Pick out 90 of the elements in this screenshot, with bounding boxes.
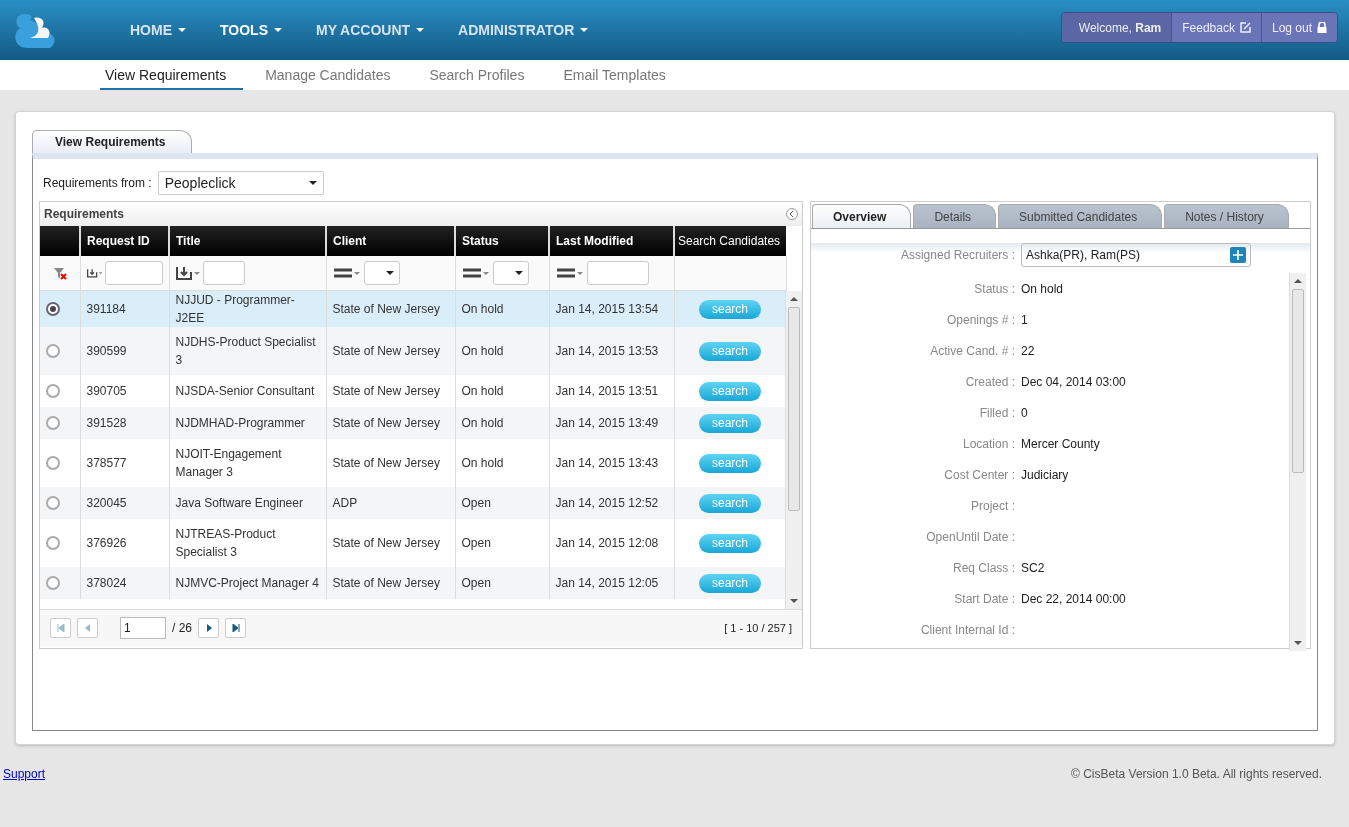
- subnav-tab[interactable]: Email Templates: [558, 60, 683, 90]
- field-value: Judiciary: [1021, 467, 1069, 482]
- table-cell: NJDMHAD-Programmer: [175, 416, 305, 430]
- table-cell: State of New Jersey: [332, 302, 440, 316]
- table-cell: Jan 14, 2015 12:52: [555, 496, 659, 510]
- field-label: Project :: [970, 498, 1016, 513]
- field-value: On hold: [1021, 281, 1064, 296]
- table-cell: 391528: [86, 416, 127, 430]
- details-tab[interactable]: Submitted Candidates: [998, 204, 1163, 228]
- table-cell: NJSDA-Senior Consultant: [175, 384, 315, 398]
- column-header[interactable]: Status: [462, 234, 499, 248]
- details-tab[interactable]: Details: [913, 204, 997, 228]
- grid-title: Requirements: [44, 207, 125, 221]
- table-cell: State of New Jersey: [332, 416, 440, 430]
- details-tab[interactable]: Notes / History: [1164, 204, 1289, 228]
- field-value: 1: [1021, 312, 1028, 327]
- table-cell: State of New Jersey: [332, 456, 440, 470]
- source-dropdown[interactable]: Peopleclick: [157, 171, 324, 195]
- field-label: OpenUntil Date :: [925, 529, 1016, 544]
- field-value: 22: [1021, 343, 1035, 358]
- field-value: Dec 04, 2014 03:00: [1021, 374, 1126, 389]
- nav-menu[interactable]: MY ACCOUNT: [298, 0, 442, 60]
- table-cell: State of New Jersey: [332, 536, 440, 550]
- table-cell: 390705: [86, 384, 127, 398]
- welcome-text: Welcome, Ram: [1078, 20, 1162, 35]
- table-cell: 378024: [86, 576, 127, 590]
- table-cell: State of New Jersey: [332, 344, 440, 358]
- nav-menu[interactable]: ADMINISTRATOR: [441, 0, 606, 60]
- support-link[interactable]: Support: [3, 767, 46, 781]
- recruiters-field[interactable]: Ashka(PR), Ram(PS): [1021, 243, 1251, 267]
- table-cell: Open: [461, 536, 491, 550]
- field-value: Mercer County: [1021, 436, 1100, 451]
- feedback-button[interactable]: Feedback: [1171, 13, 1261, 42]
- table-cell: On hold: [461, 416, 504, 430]
- table-cell: NJMVC-Project Manager 4: [175, 576, 319, 590]
- page-field[interactable]: 1: [120, 617, 166, 639]
- field-label: Openings # :: [945, 312, 1016, 327]
- table-cell: ADP: [332, 496, 358, 510]
- subnav-tab[interactable]: Manage Candidates: [260, 60, 408, 90]
- table-cell: Jan 14, 2015 13:51: [555, 384, 659, 398]
- table-cell: On hold: [461, 302, 504, 316]
- table-cell: On hold: [461, 344, 504, 358]
- subnav-tab[interactable]: View Requirements: [100, 60, 244, 90]
- table-cell: State of New Jersey: [332, 576, 440, 590]
- source-label: Requirements from :: [43, 176, 152, 190]
- table-cell: Java Software Engineer: [175, 496, 303, 510]
- table-cell: 376926: [86, 536, 127, 550]
- field-label: Filled :: [978, 405, 1016, 420]
- table-cell: State of New Jersey: [332, 384, 440, 398]
- column-header[interactable]: Title: [176, 234, 201, 248]
- table-cell: Jan 14, 2015 13:49: [555, 416, 659, 430]
- table-cell: 391184: [86, 302, 126, 316]
- field-label: Cost Center :: [943, 467, 1016, 482]
- copyright-text: © CisBeta Version 1.0 Beta. All rights reserved.: [1071, 767, 1322, 781]
- table-cell: On hold: [461, 384, 504, 398]
- page-total: / 26: [172, 621, 192, 635]
- field-label: Location :: [961, 436, 1016, 451]
- table-cell: Open: [461, 576, 491, 590]
- field-value: Dec 22, 2014 00:00: [1021, 591, 1126, 606]
- field-label: Created :: [964, 374, 1016, 389]
- field-label: Status :: [973, 281, 1016, 296]
- table-cell: 320045: [86, 496, 127, 510]
- table-cell: Jan 14, 2015 13:54: [555, 302, 659, 316]
- field-label: Start Date :: [953, 591, 1016, 606]
- details-tab[interactable]: Overview: [812, 204, 912, 228]
- table-cell: 390599: [86, 344, 127, 358]
- table-cell: Open: [461, 496, 491, 510]
- record-range: [ 1 - 10 / 257 ]: [724, 622, 792, 634]
- table-cell: Jan 14, 2015 12:05: [555, 576, 659, 590]
- subnav-tab[interactable]: Search Profiles: [424, 60, 542, 90]
- table-cell: NJOIT-Engagement Manager 3: [175, 447, 282, 479]
- page-tab[interactable]: View Requirements: [32, 130, 193, 153]
- column-header[interactable]: Client: [333, 234, 367, 248]
- table-cell: Jan 14, 2015 13:53: [555, 344, 659, 358]
- nav-menu[interactable]: HOME: [113, 0, 203, 60]
- table-cell: NJTREAS-Product Specialist 3: [175, 527, 276, 559]
- table-cell: 378577: [86, 456, 127, 470]
- field-value: SC2: [1021, 560, 1045, 575]
- table-cell: NJDHS-Product Specialist 3: [175, 335, 316, 367]
- table-cell: Jan 14, 2015 12:08: [555, 536, 659, 550]
- field-value: 0: [1021, 405, 1028, 420]
- nav-menu[interactable]: TOOLS: [203, 0, 299, 60]
- field-label: Req Class :: [951, 560, 1016, 575]
- table-cell: Jan 14, 2015 13:43: [555, 456, 659, 470]
- field-label: Client Internal Id :: [919, 622, 1016, 637]
- field-label: Active Cand. # :: [929, 343, 1016, 358]
- field-label: Assigned Recruiters :: [899, 248, 1016, 262]
- table-cell: On hold: [461, 456, 504, 470]
- logout-button[interactable]: Log out: [1260, 13, 1337, 42]
- table-cell: NJJUD - Programmer-J2EE: [175, 293, 295, 325]
